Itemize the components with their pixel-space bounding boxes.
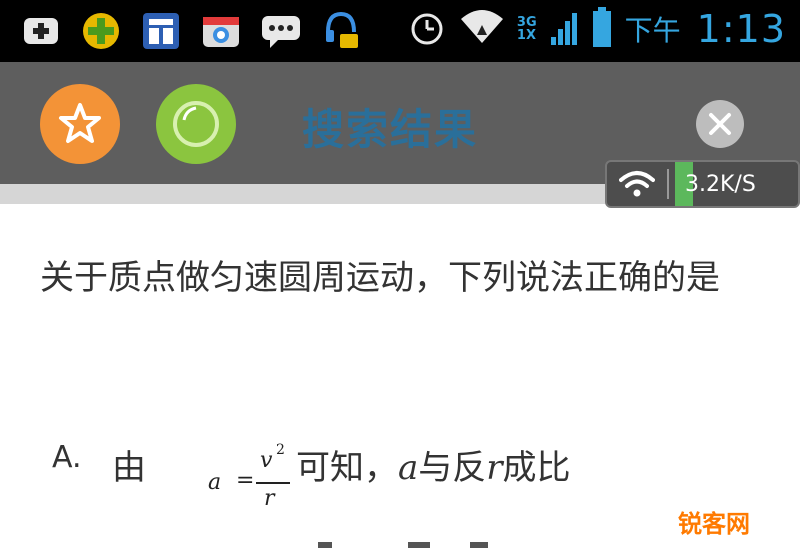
favorite-button[interactable] (40, 84, 120, 164)
formula-equals: = (236, 468, 255, 493)
clock-ampm: 下午 (624, 14, 681, 47)
option-a-var-r: r (486, 448, 503, 488)
notification-icons (18, 8, 364, 54)
add-icon (18, 8, 64, 54)
network-bottom-label: 1X (516, 28, 536, 43)
formula-fraction-bar (256, 482, 290, 484)
headset-icon (318, 8, 364, 54)
speed-wifi-icon (607, 170, 667, 198)
green-circle-button[interactable] (156, 84, 236, 164)
option-a-formula: a = v 2 r (160, 440, 290, 520)
system-indicators: 3G 1X 下午 1:13 (407, 6, 786, 52)
chat-icon (258, 8, 304, 54)
network-speed-widget: 3.2K/S (605, 160, 800, 208)
battery-icon (591, 6, 613, 52)
formula-lhs: a (208, 470, 222, 495)
page-title: 搜索结果 (302, 105, 479, 154)
game-icon (78, 8, 124, 54)
option-a-suffix-2: 与反 (418, 448, 487, 488)
close-button[interactable] (696, 100, 744, 148)
close-icon (709, 113, 731, 135)
app-icon (138, 8, 184, 54)
option-a[interactable]: 由 a = v 2 r 可知，a与反r成比 (112, 440, 571, 520)
speed-value: 3.2K/S (685, 171, 756, 197)
option-a-prefix: 由 (112, 448, 146, 488)
clock-time: 1:13 (696, 7, 786, 51)
option-a-suffix-1: 可知， (296, 448, 398, 488)
camera-app-icon (198, 8, 244, 54)
status-bar: 3G 1X 下午 1:13 (0, 0, 800, 62)
option-a-var-a: a (398, 448, 419, 488)
network-type: 3G 1X (517, 16, 537, 42)
circle-icon (173, 101, 219, 147)
star-icon (59, 103, 101, 143)
alarm-icon (407, 7, 447, 51)
partial-glyph (408, 542, 430, 548)
option-a-text: 可知，a与反r成比 (296, 440, 571, 489)
watermark: 锐客网 (678, 510, 750, 538)
partial-glyph (318, 542, 332, 548)
signal-icon (549, 7, 579, 51)
option-a-suffix-3: 成比 (502, 448, 571, 488)
next-option-partial (0, 540, 800, 550)
question-text: 关于质点做匀速圆周运动，下列说法正确的是 (40, 258, 720, 298)
wifi-icon (459, 7, 505, 51)
formula-exponent: 2 (276, 442, 285, 458)
option-a-label: A. (52, 440, 82, 475)
formula-numerator: v (260, 448, 273, 473)
speed-separator (667, 169, 669, 199)
formula-denominator: r (264, 486, 275, 511)
partial-glyph (470, 542, 488, 548)
